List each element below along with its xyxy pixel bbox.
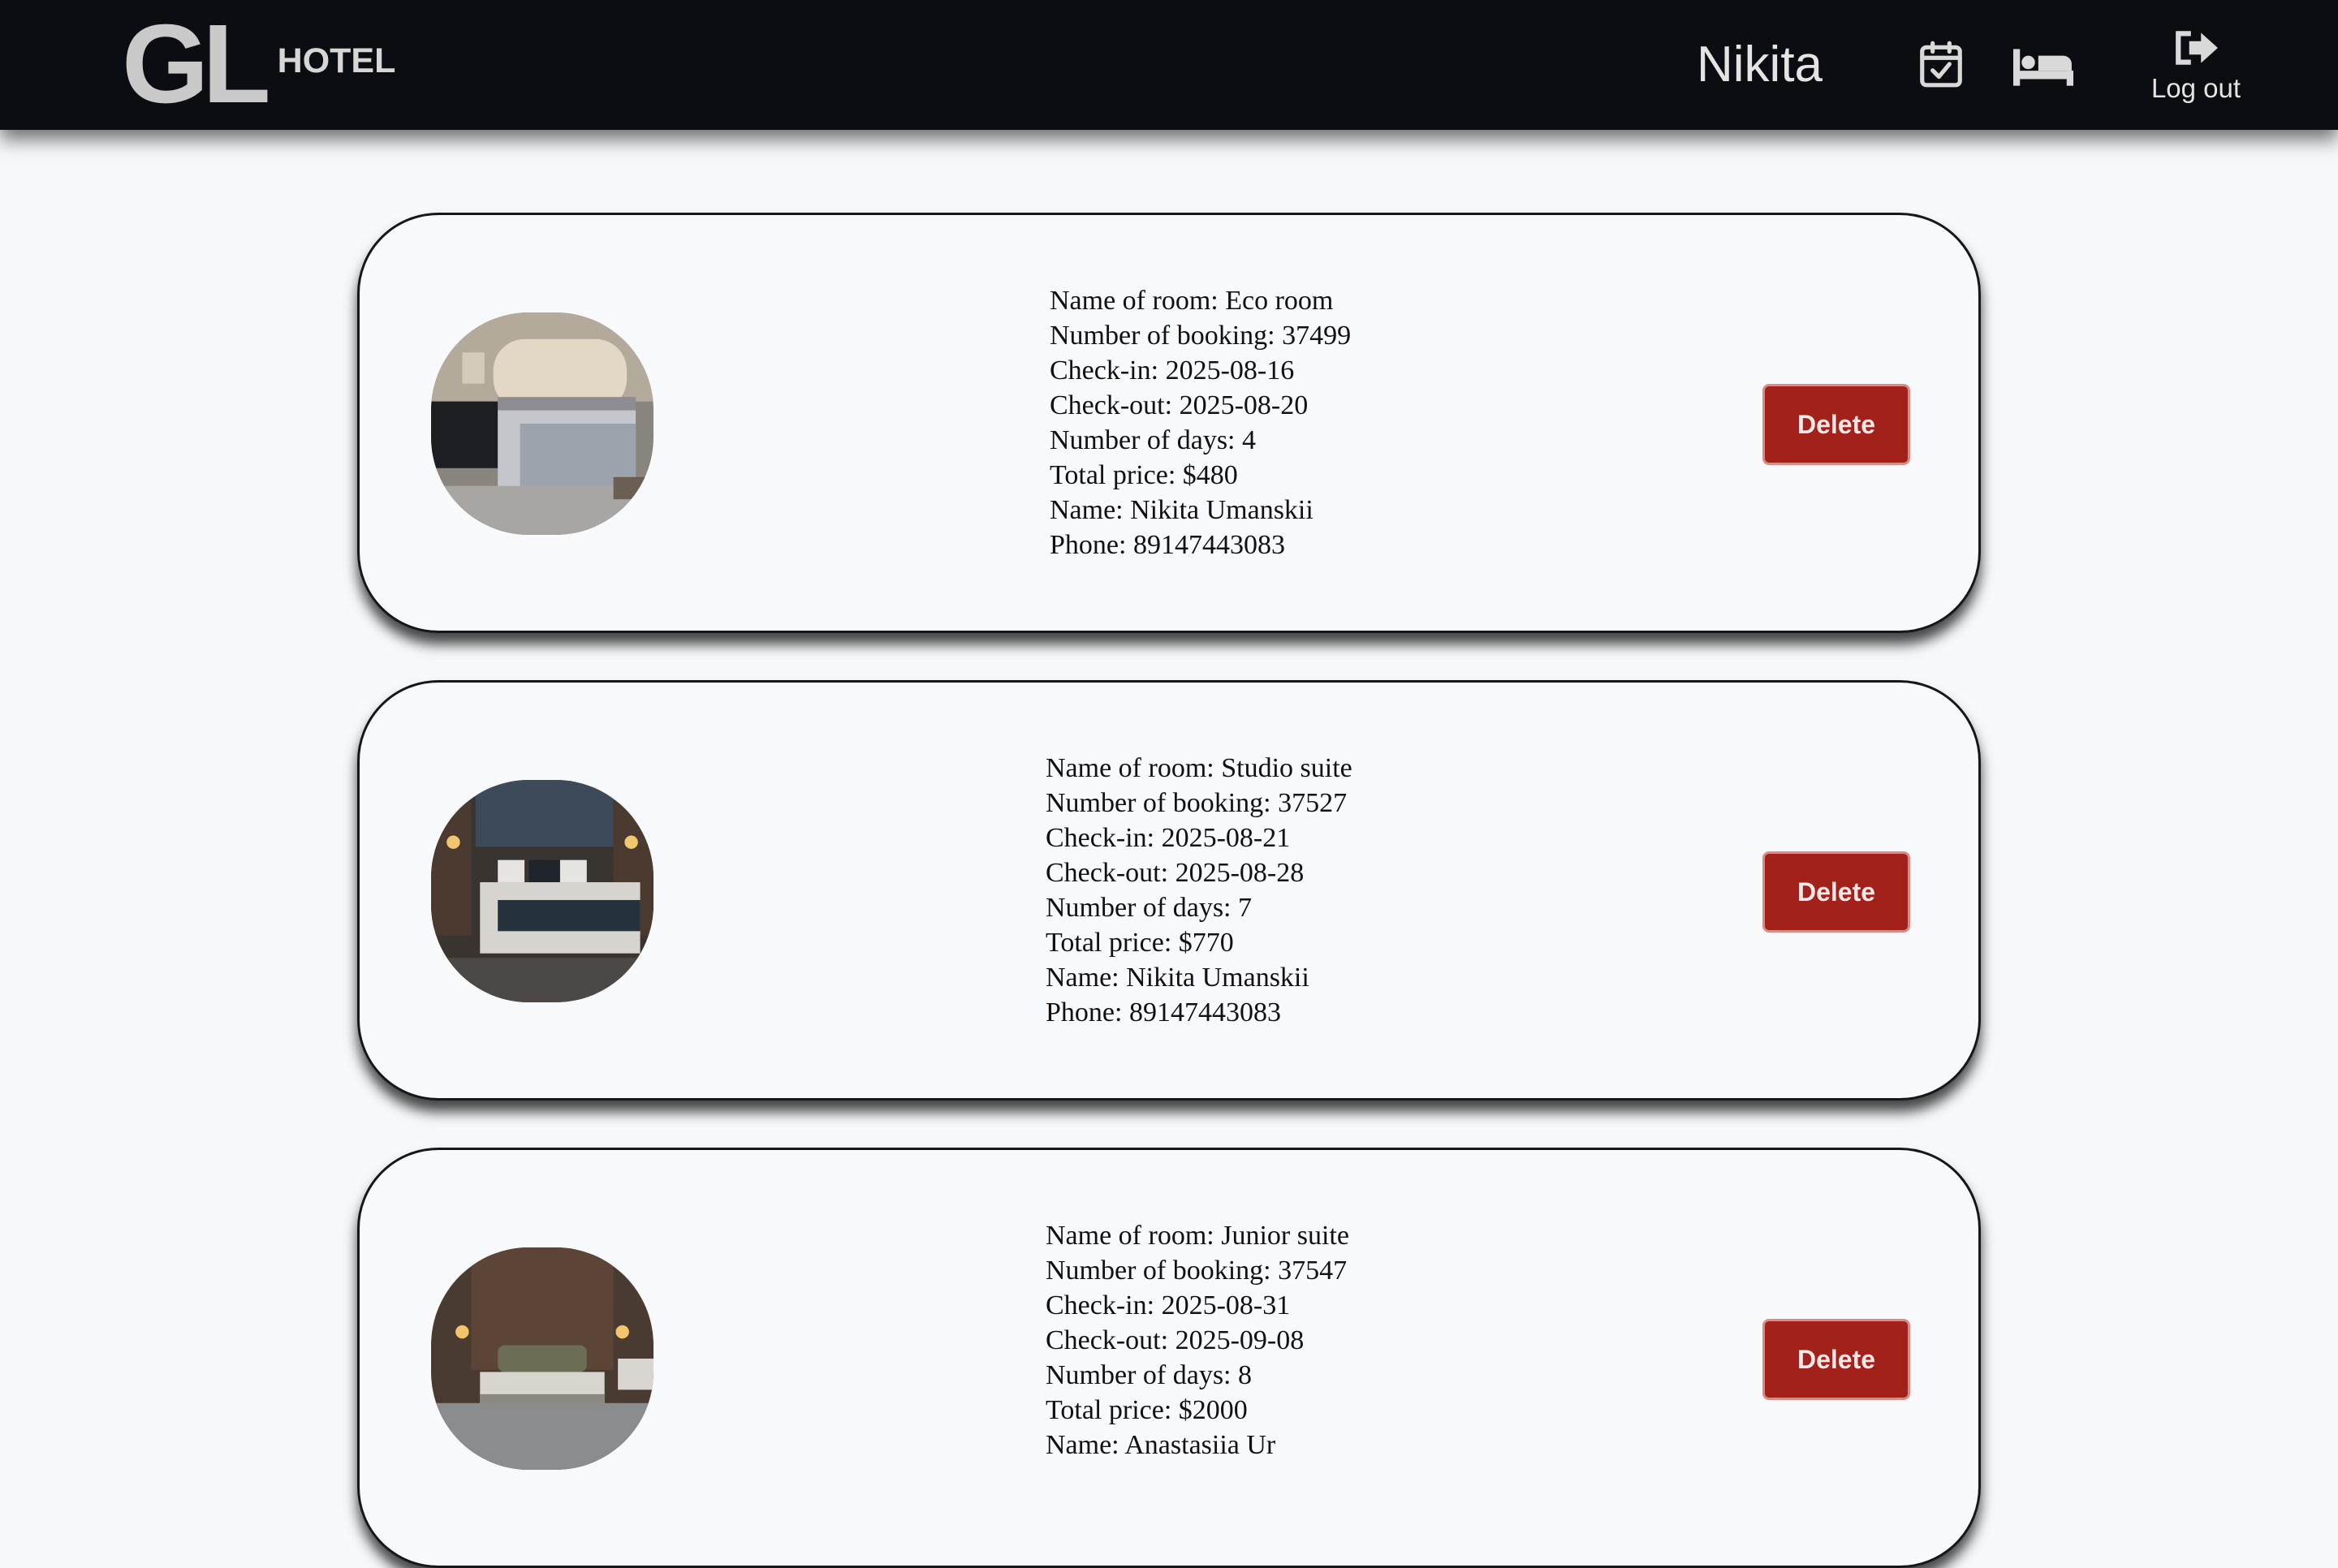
booking-number: Number of booking: 37527: [1046, 788, 1348, 818]
check-out-date: Check-out: 2025-09-08: [1046, 1325, 1305, 1355]
check-in-date: Check-in: 2025-08-16: [1050, 355, 1295, 386]
logo-gl-text: GL: [122, 2, 271, 127]
logout-button[interactable]: Log out: [2143, 28, 2249, 109]
total-price: Total price: $480: [1050, 460, 1238, 490]
logo-hotel-text: HOTEL: [277, 41, 396, 80]
booking-number: Number of booking: 37499: [1050, 321, 1352, 351]
room-photo: [431, 1247, 654, 1470]
booking-details: Name of room: Eco room Number of booking…: [1050, 283, 1351, 562]
room-photo: [431, 312, 654, 535]
total-price: Total price: $2000: [1046, 1395, 1248, 1425]
logout-label: Log out: [2150, 73, 2241, 103]
delete-button[interactable]: Delete: [1762, 384, 1910, 465]
check-in-date: Check-in: 2025-08-21: [1046, 823, 1291, 853]
room-name: Name of room: Eco room: [1050, 286, 1334, 316]
guest-name: Name: Nikita Umanskii: [1046, 963, 1309, 993]
delete-button[interactable]: Delete: [1762, 851, 1910, 933]
bookings-list: Name of room: Eco room Number of booking…: [0, 0, 2338, 1568]
guest-phone: Phone: 89147443083: [1050, 530, 1285, 560]
booking-card: Name of room: Studio suite Number of boo…: [357, 680, 1981, 1101]
booking-details: Name of room: Studio suite Number of boo…: [1046, 751, 1352, 1030]
number-of-days: Number of days: 7: [1046, 893, 1253, 923]
booking-details: Name of room: Junior suite Number of boo…: [1046, 1218, 1349, 1462]
check-in-date: Check-in: 2025-08-31: [1046, 1290, 1291, 1320]
room-name: Name of room: Junior suite: [1046, 1221, 1349, 1251]
guest-phone: Phone: 89147443083: [1046, 997, 1281, 1027]
number-of-days: Number of days: 4: [1050, 425, 1257, 455]
booking-card: Name of room: Eco room Number of booking…: [357, 213, 1981, 633]
booking-number: Number of booking: 37547: [1046, 1256, 1348, 1286]
check-out-date: Check-out: 2025-08-28: [1046, 858, 1305, 888]
bed-icon[interactable]: [2013, 45, 2073, 86]
calendar-check-icon[interactable]: [1916, 39, 1966, 89]
current-user-name[interactable]: Nikita: [1697, 36, 1823, 93]
guest-name: Name: Nikita Umanskii: [1050, 495, 1314, 525]
guest-name: Name: Anastasiia Ur: [1046, 1430, 1276, 1460]
check-out-date: Check-out: 2025-08-20: [1050, 390, 1309, 420]
hotel-logo[interactable]: GL HOTEL: [122, 2, 396, 127]
room-photo: [431, 780, 654, 1002]
delete-button[interactable]: Delete: [1762, 1319, 1910, 1400]
total-price: Total price: $770: [1046, 928, 1234, 958]
booking-card: Name of room: Junior suite Number of boo…: [357, 1148, 1981, 1568]
number-of-days: Number of days: 8: [1046, 1360, 1253, 1390]
room-name: Name of room: Studio suite: [1046, 753, 1352, 783]
top-navbar: GL HOTEL Nikita Log out: [0, 0, 2338, 130]
logout-icon: [2176, 31, 2218, 65]
